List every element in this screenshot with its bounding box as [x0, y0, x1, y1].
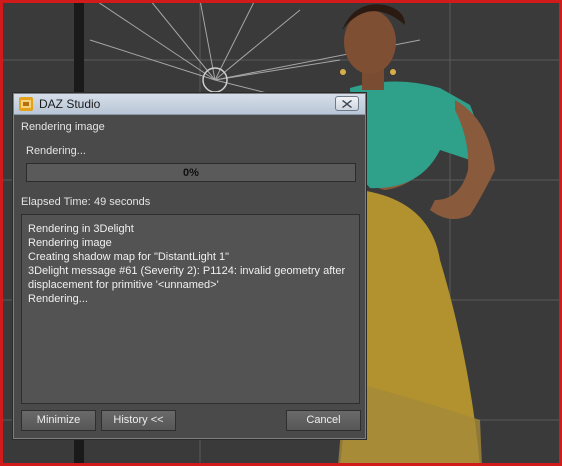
progress-bar: 0% [26, 163, 356, 182]
elapsed-time-value: 49 seconds [94, 196, 151, 208]
daz-studio-app-icon [19, 97, 33, 111]
log-line: displacement for primitive '<unnamed>' [28, 279, 219, 291]
dialog-titlebar[interactable]: DAZ Studio [14, 94, 365, 115]
cancel-button[interactable]: Cancel [286, 410, 361, 431]
log-line: Rendering in 3Delight [28, 223, 134, 235]
dialog-title: DAZ Studio [39, 97, 101, 111]
close-button[interactable] [335, 96, 359, 111]
log-line: Rendering... [28, 293, 88, 305]
progress-percent: 0% [183, 167, 199, 179]
log-line: 3Delight message #61 (Severity 2): P1124… [28, 265, 346, 277]
status-text: Rendering image [21, 121, 105, 133]
render-progress-dialog: DAZ Studio Rendering image Rendering... … [13, 93, 366, 439]
history-button[interactable]: History << [101, 410, 176, 431]
elapsed-time-label: Elapsed Time: [21, 196, 91, 208]
close-icon [342, 100, 352, 108]
render-log[interactable]: Rendering in 3Delight Rendering image Cr… [21, 214, 360, 404]
log-line: Creating shadow map for "DistantLight 1" [28, 251, 230, 263]
progress-label: Rendering... [26, 145, 86, 157]
minimize-button[interactable]: Minimize [21, 410, 96, 431]
log-line: Rendering image [28, 237, 112, 249]
